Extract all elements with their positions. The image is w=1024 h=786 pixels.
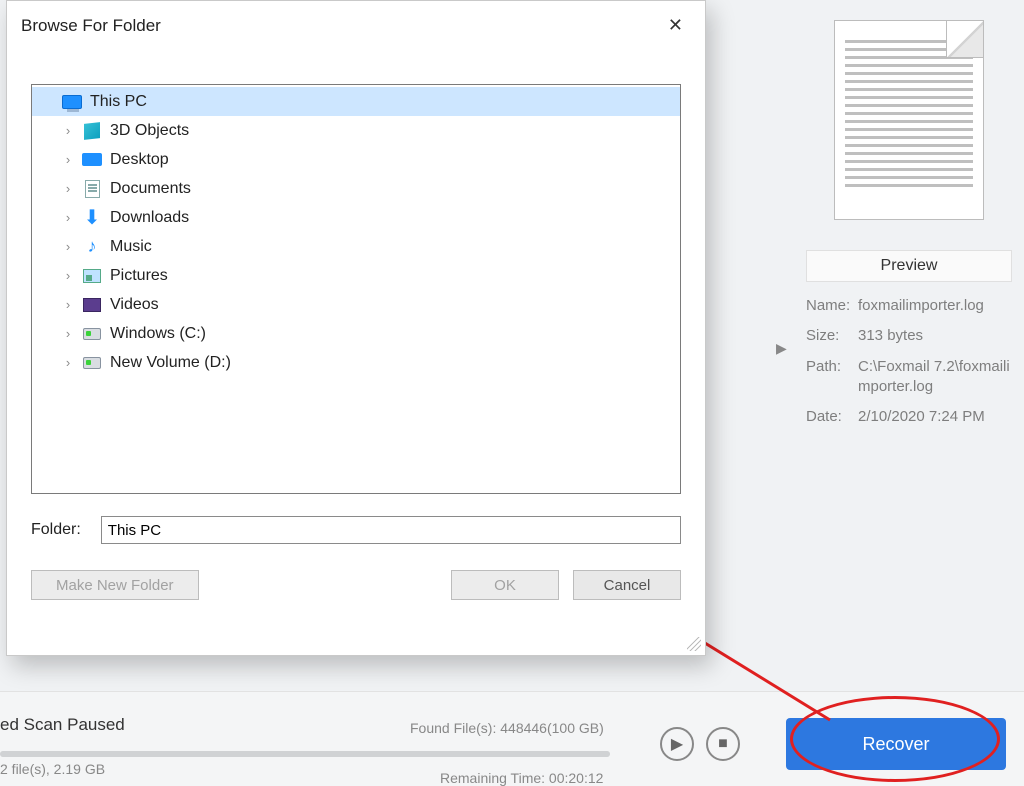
play-icon: ▶ (671, 734, 683, 754)
chevron-right-icon[interactable]: › (62, 268, 74, 283)
chevron-right-icon[interactable]: › (62, 123, 74, 138)
stop-button[interactable]: ■ (706, 727, 740, 761)
tree-item-pictures[interactable]: › Pictures (32, 261, 680, 290)
info-name: Name:foxmailimporter.log (806, 296, 1012, 316)
chevron-right-icon[interactable]: › (62, 297, 74, 312)
disk-icon (82, 325, 102, 343)
tree-item-documents[interactable]: › Documents (32, 174, 680, 203)
preview-button[interactable]: Preview (806, 250, 1012, 282)
scan-progress (0, 751, 610, 757)
resize-grip-icon[interactable] (687, 637, 701, 651)
folder-path-input[interactable] (101, 516, 681, 544)
play-button[interactable]: ▶ (660, 727, 694, 761)
cancel-button[interactable]: Cancel (573, 570, 681, 600)
tree-label: Downloads (110, 209, 189, 227)
pc-icon (62, 93, 82, 111)
chevron-right-icon[interactable]: › (62, 152, 74, 167)
tree-item-new-volume-d[interactable]: › New Volume (D:) (32, 348, 680, 377)
ok-button[interactable]: OK (451, 570, 559, 600)
tree-label: This PC (90, 93, 147, 111)
tree-label: Desktop (110, 151, 169, 169)
music-note-icon: ♪ (82, 238, 102, 256)
folder-field-label: Folder: (31, 521, 81, 539)
cube-icon (82, 122, 102, 140)
recover-button[interactable]: Recover (786, 718, 1006, 770)
info-path: Path:C:\Foxmail 7.2\foxmailimporter.log (806, 357, 1012, 398)
picture-icon (82, 267, 102, 285)
stop-icon: ■ (718, 735, 728, 753)
preview-panel: ▶ Preview Name:foxmailimporter.log Size:… (794, 0, 1024, 690)
document-icon (82, 180, 102, 198)
download-arrow-icon: ⬇ (82, 209, 102, 227)
monitor-icon (82, 151, 102, 169)
disk-icon (82, 354, 102, 372)
close-icon: ✕ (668, 15, 683, 35)
tree-item-downloads[interactable]: › ⬇ Downloads (32, 203, 680, 232)
chevron-right-icon[interactable]: › (62, 239, 74, 254)
tree-label: Windows (C:) (110, 325, 206, 343)
found-files-label: Found File(s): 448446(100 GB) (410, 720, 604, 736)
chevron-right-icon[interactable]: › (62, 355, 74, 370)
chevron-right-icon[interactable]: › (62, 210, 74, 225)
tree-label: Pictures (110, 267, 168, 285)
tree-item-videos[interactable]: › Videos (32, 290, 680, 319)
tree-label: Documents (110, 180, 191, 198)
chevron-right-icon[interactable]: › (62, 326, 74, 341)
file-thumbnail (834, 20, 984, 220)
panel-collapse-caret-icon[interactable]: ▶ (776, 340, 787, 357)
tree-item-3d-objects[interactable]: › 3D Objects (32, 116, 680, 145)
remaining-time-label: Remaining Time: 00:20:12 (440, 770, 603, 786)
dialog-title: Browse For Folder (21, 16, 161, 36)
info-date: Date:2/10/2020 7:24 PM (806, 407, 1012, 427)
browse-folder-dialog: Browse For Folder ✕ › This PC › 3D Objec… (6, 0, 706, 656)
tree-root-this-pc[interactable]: › This PC (32, 87, 680, 116)
chevron-right-icon[interactable]: › (62, 181, 74, 196)
dialog-close-button[interactable]: ✕ (660, 11, 691, 40)
tree-label: 3D Objects (110, 122, 189, 140)
tree-label: Music (110, 238, 152, 256)
video-icon (82, 296, 102, 314)
make-new-folder-button[interactable]: Make New Folder (31, 570, 199, 600)
folder-tree[interactable]: › This PC › 3D Objects › Desktop › Docum… (31, 84, 681, 494)
tree-item-music[interactable]: › ♪ Music (32, 232, 680, 261)
tree-item-windows-c[interactable]: › Windows (C:) (32, 319, 680, 348)
tree-label: New Volume (D:) (110, 354, 231, 372)
info-size: Size:313 bytes (806, 326, 1012, 346)
tree-item-desktop[interactable]: › Desktop (32, 145, 680, 174)
tree-label: Videos (110, 296, 159, 314)
